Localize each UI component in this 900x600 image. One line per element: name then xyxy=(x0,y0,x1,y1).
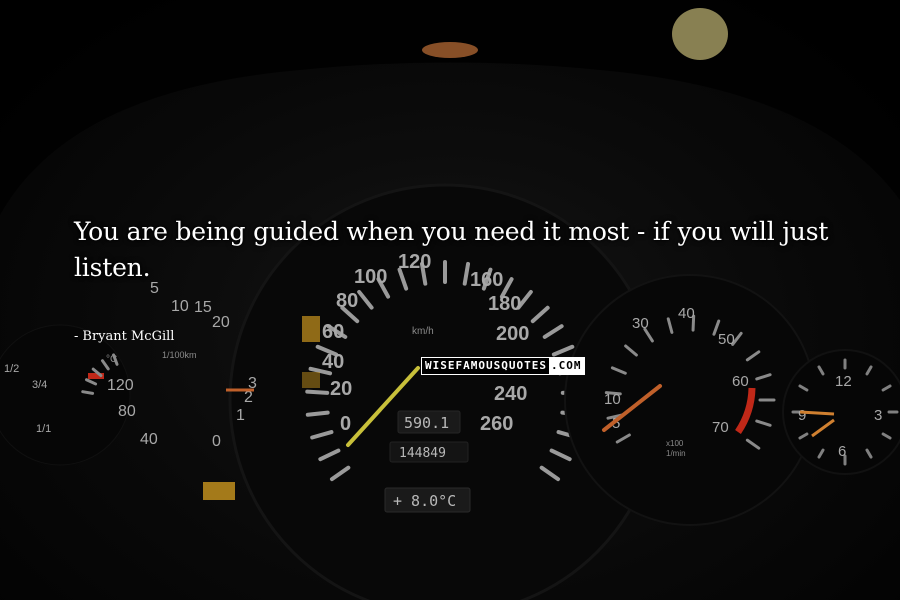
oil-label-0: 0 xyxy=(212,433,221,450)
clock-hour-hand xyxy=(799,410,835,416)
author-name: Bryant McGill xyxy=(82,329,175,344)
speed-label-180: 180 xyxy=(488,293,521,315)
fuel-label-half: 1/2 xyxy=(4,363,19,375)
analog-clock: 12 3 6 9 xyxy=(782,349,900,475)
speedometer-tick xyxy=(305,410,330,417)
dashboard-background: 0 20 40 60 80 100 120 160 180 200 240 26… xyxy=(0,0,900,600)
tach-label-40: 40 xyxy=(678,305,695,322)
oil-label-1: 1 xyxy=(236,407,245,424)
consumption-label-15: 15 xyxy=(194,299,212,316)
oil-label-2: 2 xyxy=(244,389,253,406)
tach-unit-rpm: 1/min xyxy=(666,449,686,458)
speed-label-240: 240 xyxy=(494,383,527,405)
speed-label-20: 20 xyxy=(330,378,352,400)
speed-label-60: 60 xyxy=(322,321,344,343)
warning-light xyxy=(203,482,235,500)
clock-label-12: 12 xyxy=(835,373,852,390)
tach-label-50: 50 xyxy=(718,331,735,348)
speed-label-80: 80 xyxy=(336,290,358,312)
left-amber-indicator xyxy=(302,316,320,342)
temperature-value: + 8.0°C xyxy=(393,492,456,510)
watermark-suffix: .COM xyxy=(548,358,585,374)
tach-label-70: 70 xyxy=(712,419,729,436)
speed-label-260: 260 xyxy=(480,413,513,435)
speed-label-40: 40 xyxy=(322,351,344,373)
quote-card: 0 20 40 60 80 100 120 160 180 200 240 26… xyxy=(0,0,900,600)
fuel-label-full: 1/1 xyxy=(36,423,51,435)
speed-unit: km/h xyxy=(412,326,434,337)
speed-label-0: 0 xyxy=(340,413,351,435)
dashboard-cowl xyxy=(0,0,900,215)
left-gauge-tick xyxy=(81,390,95,395)
consumption-label-20: 20 xyxy=(212,314,230,331)
consumption-label-10: 10 xyxy=(171,298,189,315)
watermark-brand: WISEFAMOUSQUOTES xyxy=(422,358,549,374)
tach-label-10: 10 xyxy=(604,391,621,408)
clock-label-6: 6 xyxy=(838,443,846,460)
tach-label-60: 60 xyxy=(732,373,749,390)
tach-label-30: 30 xyxy=(632,315,649,332)
watermark-logo: WISEFAMOUSQUOTES .COM xyxy=(421,357,586,375)
tach-unit-x100: x100 xyxy=(666,439,684,448)
speedometer-tick xyxy=(305,389,330,395)
temp-label-40: 40 xyxy=(140,431,158,448)
author-dash: - xyxy=(74,329,79,344)
tachometer: 5 10 30 40 50 60 70 x100 1/min xyxy=(564,274,816,526)
speed-label-200: 200 xyxy=(496,323,529,345)
quote-author: - Bryant McGill xyxy=(74,329,174,344)
temp-label-120: 120 xyxy=(107,377,134,394)
quote-text: You are being guided when you need it mo… xyxy=(74,217,829,282)
total-odometer-value: 144849 xyxy=(399,446,446,461)
consumption-unit: 1/100km xyxy=(162,350,197,360)
center-light xyxy=(422,42,478,58)
fuel-label-three-quarter: 3/4 xyxy=(32,379,47,391)
clock-label-3: 3 xyxy=(874,407,882,424)
clock-label-9: 9 xyxy=(798,407,806,424)
dome-light xyxy=(672,8,728,60)
temp-label-80: 80 xyxy=(118,403,136,420)
trip-odometer-value: 590.1 xyxy=(404,414,449,432)
left-amber-indicator-2 xyxy=(302,372,320,388)
